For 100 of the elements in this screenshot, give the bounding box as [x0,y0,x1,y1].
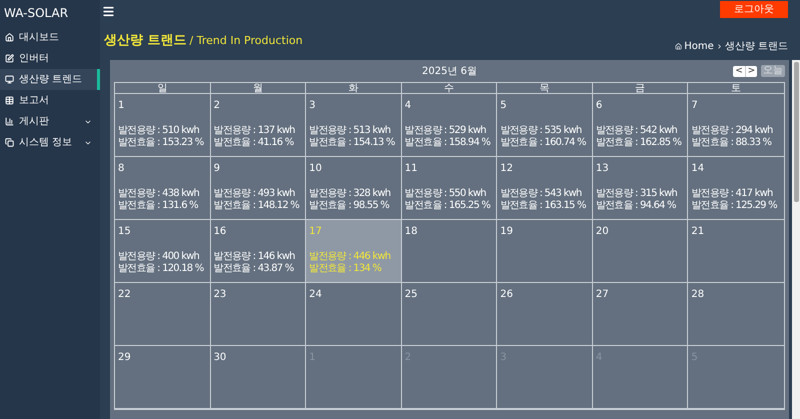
weekday-header: 화 [306,83,402,94]
sidebar-label: 대시보드 [19,31,60,45]
day-number: 2 [214,99,221,113]
page-title: 생산량 트랜드 [104,32,187,50]
day-number: 10 [309,162,323,176]
calendar-day-cell[interactable]: 24 [306,283,402,346]
calendar-day-cell[interactable]: 6 발전용량 : 542 kwh 발전효율 : 162.85 % [592,94,688,157]
scrollbar[interactable] [792,60,800,419]
calendar-day-cell[interactable]: 14 발전용량 : 417 kwh 발전효율 : 125.29 % [688,157,784,220]
efficiency-text: 발전효율 : 162.85 % [596,137,682,149]
sidebar-item[interactable]: 생산량 트렌드 [0,69,100,90]
efficiency-text: 발전효율 : 154.13 % [309,137,396,149]
next-month-button[interactable]: > [745,66,757,76]
calendar-day-cell[interactable]: 18 [402,220,498,283]
calendar-day-cell[interactable]: 12 발전용량 : 543 kwh 발전효율 : 163.15 % [497,157,593,220]
day-number: 19 [500,225,514,239]
previous-month-button[interactable]: < [733,66,745,76]
calendar-day-cell[interactable]: 21 [688,220,784,283]
production-text: 발전용량 : 513 kwh [309,125,392,137]
production-text: 발전용량 : 529 kwh [404,125,487,137]
day-number: 9 [214,162,221,176]
calendar-day-cell[interactable]: 30 [210,346,306,409]
day-number: 29 [118,351,132,365]
efficiency-text: 발전효율 : 94.64 % [596,200,677,212]
day-number: 15 [118,225,132,239]
sidebar-item[interactable]: 대시보드 [0,27,100,48]
calendar-day-cell[interactable]: 25 [402,283,498,346]
calendar-day-cell[interactable]: 15 발전용량 : 400 kwh 발전효율 : 120.18 % [115,220,211,283]
sidebar-item[interactable]: 시스템 정보 [0,132,100,153]
production-text: 발전용량 : 146 kwh [214,251,296,263]
day-number: 17 [309,225,323,239]
weekday-header: 수 [402,83,498,94]
efficiency-text: 발전효율 : 134 % [309,263,382,275]
calendar-day-cell[interactable]: 27 [592,283,688,346]
production-text: 발전용량 : 294 kwh [691,125,774,137]
efficiency-text: 발전효율 : 163.15 % [500,200,587,212]
day-number: 20 [596,225,610,239]
calendar-day-cell[interactable]: 9 발전용량 : 493 kwh 발전효율 : 148.12 % [210,157,306,220]
day-number: 21 [691,225,706,239]
sidebar-label: 시스템 정보 [19,136,74,150]
calendar-day-cell[interactable]: 3 발전용량 : 513 kwh 발전효율 : 154.13 % [306,94,402,157]
logout-button[interactable]: 로그아웃 [720,0,788,18]
day-number: 11 [404,162,418,176]
calendar-day-cell[interactable]: 28 [688,283,784,346]
day-number: 1 [118,99,126,113]
weekday-header: 일 [115,83,211,94]
home-icon [675,42,682,50]
sidebar-item[interactable]: 게시판 [0,111,100,132]
weekday-header: 토 [688,83,784,94]
production-text: 발전용량 : 328 kwh [309,188,392,200]
calendar-day-cell[interactable]: 26 [497,283,593,346]
calendar-day-cell[interactable]: 23 [210,283,306,346]
calendar-day-cell[interactable]: 20 [592,220,688,283]
calendar-day-cell[interactable]: 5 발전용량 : 535 kwh 발전효율 : 160.74 % [497,94,593,157]
calendar-day-cell[interactable]: 11 발전용량 : 550 kwh 발전효율 : 165.25 % [402,157,498,220]
day-number: 28 [691,288,706,302]
production-text: 발전용량 : 493 kwh [214,188,296,200]
day-number: 18 [404,225,418,239]
efficiency-text: 발전효율 : 160.74 % [500,137,587,149]
day-number: 13 [596,162,610,176]
calendar-day-cell[interactable]: 13 발전용량 : 315 kwh 발전효율 : 94.64 % [592,157,688,220]
efficiency-text: 발전효율 : 125.29 % [691,200,778,212]
day-number: 30 [214,351,228,365]
weekday-header: 목 [497,83,593,94]
day-number: 26 [500,288,514,302]
breadcrumb-link[interactable]: Home [684,38,714,54]
day-number: 16 [214,225,228,239]
sidebar-label: 보고서 [19,94,50,108]
production-text: 발전용량 : 446 kwh [309,251,392,263]
efficiency-text: 발전효율 : 148.12 % [214,200,300,212]
sidebar-label: 인버터 [19,52,50,66]
day-number: 12 [500,162,514,176]
edit-icon [5,54,14,63]
menu-icon[interactable] [102,4,115,18]
efficiency-text: 발전효율 : 131.6 % [118,200,199,212]
calendar-day-cell[interactable]: 7 발전용량 : 294 kwh 발전효율 : 88.33 % [688,94,784,157]
calendar-day-cell[interactable]: 29 [115,346,211,409]
production-text: 발전용량 : 542 kwh [596,125,678,137]
day-number: 27 [596,288,610,302]
weekday-header: 월 [210,83,306,94]
sidebar-item[interactable]: 인버터 [0,48,100,69]
copy-icon [5,138,14,147]
calendar-day-cell[interactable]: 4 발전용량 : 529 kwh 발전효율 : 158.94 % [402,94,498,157]
day-number: 25 [404,288,418,302]
calendar-day-cell[interactable]: 8 발전용량 : 438 kwh 발전효율 : 131.6 % [115,157,211,220]
home-icon [5,33,14,42]
day-number: 22 [118,288,132,302]
breadcrumb-current: 생산량 트랜드 [724,40,788,54]
production-text: 발전용량 : 550 kwh [404,188,487,200]
calendar-day-cell[interactable]: 2 발전용량 : 137 kwh 발전효율 : 41.16 % [210,94,306,157]
efficiency-text: 발전효율 : 43.87 % [214,263,295,275]
production-text: 발전용량 : 400 kwh [118,251,200,263]
sidebar-item[interactable]: 보고서 [0,90,100,111]
calendar-day-cell[interactable]: 1 발전용량 : 510 kwh 발전효율 : 153.23 % [115,94,211,157]
monitor-icon [5,75,14,84]
production-text: 발전용량 : 438 kwh [118,188,200,200]
efficiency-text: 발전효율 : 120.18 % [118,263,205,275]
calendar-day-cell[interactable]: 22 [115,283,211,346]
brand-logo: WA-SOLAR [4,4,68,22]
calendar-day-cell[interactable]: 19 [497,220,593,283]
